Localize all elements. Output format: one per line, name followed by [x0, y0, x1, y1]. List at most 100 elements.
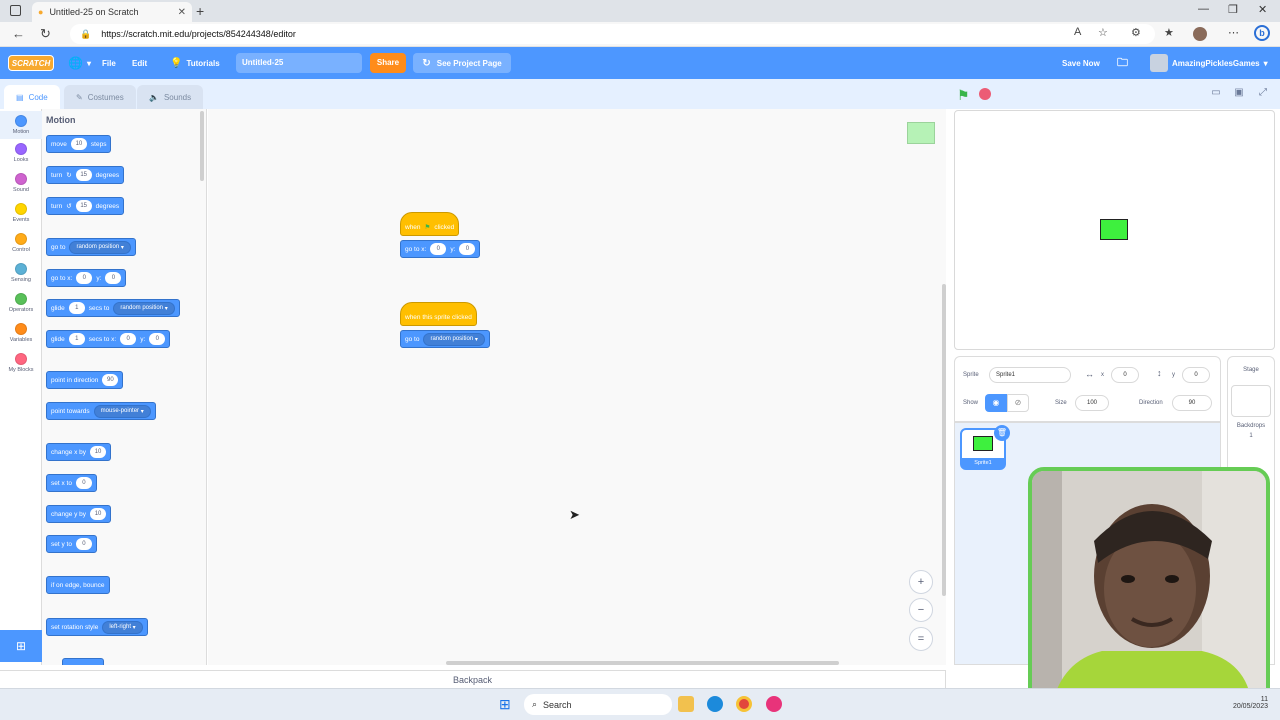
favorites-bar-icon[interactable]: ★ [1164, 26, 1174, 39]
point-in-direction-block[interactable]: point in direction 90 [46, 371, 124, 389]
steps-input[interactable]: 10 [70, 138, 87, 150]
x-input[interactable]: 0 [120, 333, 137, 345]
when-flag-clicked-block[interactable]: when ⚑ clicked [400, 212, 460, 236]
bounce-block[interactable]: if on edge, bounce [46, 576, 110, 594]
address-bar[interactable]: 🔒 https://scratch.mit.edu/projects/85424… [70, 24, 1155, 44]
direction-input[interactable]: 90 [1172, 395, 1212, 411]
delete-sprite-icon[interactable]: 🗑 [994, 425, 1010, 441]
category-sensing[interactable]: Sensing [0, 263, 42, 283]
green-flag-icon[interactable]: ⚑ [957, 87, 970, 104]
bing-icon[interactable]: b [1254, 25, 1270, 41]
secs-input[interactable]: 1 [68, 302, 85, 314]
language-menu[interactable]: 🌐 ▾ [68, 47, 91, 79]
x-input[interactable]: 0 [76, 272, 93, 284]
category-operators[interactable]: Operators [0, 293, 42, 313]
category-control[interactable]: Control [0, 233, 42, 253]
new-tab-button[interactable]: + [196, 3, 204, 19]
share-button[interactable]: Share [370, 53, 406, 73]
refresh-icon[interactable]: ↻ [40, 26, 51, 42]
sprite-name-input[interactable]: Sprite1 [989, 367, 1071, 383]
when-sprite-clicked-block[interactable]: when this sprite clicked [400, 302, 477, 326]
turn-right-block[interactable]: turn ↻ 15 degrees [46, 166, 125, 184]
point-towards-block[interactable]: point towards mouse-pointer ▾ [46, 402, 156, 420]
project-title-input[interactable]: Untitled-25 [236, 53, 362, 73]
value-input[interactable]: 0 [75, 477, 92, 489]
large-stage-icon[interactable]: ▣ [1230, 87, 1248, 103]
change-y-block[interactable]: change y by 10 [46, 505, 112, 523]
script-horizontal-scrollbar[interactable] [446, 661, 839, 665]
set-y-block[interactable]: set y to 0 [46, 535, 97, 553]
profile-avatar[interactable] [1193, 27, 1207, 41]
stop-icon[interactable] [979, 88, 991, 100]
tutorials-menu[interactable]: 💡 Tutorials [170, 47, 220, 79]
go-to-xy-block[interactable]: go to x: 0 y: 0 [400, 240, 481, 258]
partial-block[interactable] [62, 658, 104, 665]
add-extension-button[interactable]: ⊞ [0, 630, 42, 662]
style-dropdown[interactable]: left-right ▾ [102, 620, 143, 634]
category-my-blocks[interactable]: My Blocks [0, 353, 42, 373]
target-dropdown[interactable]: random position ▾ [69, 240, 131, 254]
scratch-logo[interactable]: SCRATCH [8, 55, 54, 71]
x-input[interactable]: 0 [1111, 367, 1139, 383]
tab-costumes[interactable]: ✎ Costumes [64, 85, 136, 109]
save-now-button[interactable]: Save Now [1062, 47, 1100, 79]
file-explorer-icon[interactable] [678, 696, 694, 712]
tab-actions-icon[interactable] [10, 5, 21, 16]
back-icon[interactable]: ← [12, 26, 25, 41]
see-project-page-button[interactable]: ↻ See Project Page [413, 53, 511, 73]
change-x-block[interactable]: change x by 10 [46, 443, 112, 461]
fullscreen-icon[interactable]: ⤢ [1254, 87, 1272, 103]
value-input[interactable]: 10 [90, 446, 107, 458]
direction-input[interactable]: 90 [102, 374, 119, 386]
tab-code[interactable]: ▤ Code [4, 85, 60, 109]
category-sound[interactable]: Sound [0, 173, 42, 193]
zoom-out-button[interactable]: − [909, 598, 933, 622]
y-input[interactable]: 0 [149, 333, 166, 345]
set-x-block[interactable]: set x to 0 [46, 474, 97, 492]
value-input[interactable]: 0 [75, 538, 92, 550]
file-menu[interactable]: File [102, 47, 116, 79]
secs-input[interactable]: 1 [68, 333, 85, 345]
edge-icon[interactable] [707, 696, 723, 712]
go-to-block[interactable]: go to random position ▾ [46, 238, 136, 256]
show-hidden-eye-icon[interactable]: ⊘ [1007, 394, 1029, 412]
zoom-reset-button[interactable]: = [909, 627, 933, 651]
category-motion[interactable]: Motion [0, 111, 42, 139]
value-input[interactable]: 10 [90, 508, 107, 520]
go-to-xy-block[interactable]: go to x: 0 y: 0 [46, 269, 127, 287]
move-steps-block[interactable]: move 10 steps [46, 135, 112, 153]
y-input[interactable]: 0 [1182, 367, 1210, 383]
go-to-block[interactable]: go to random position ▾ [400, 330, 490, 348]
size-input[interactable]: 100 [1075, 395, 1109, 411]
target-dropdown[interactable]: random position ▾ [423, 332, 485, 346]
restore-button[interactable]: ❐ [1228, 3, 1238, 16]
script-area[interactable] [208, 109, 946, 665]
target-dropdown[interactable]: mouse-pointer ▾ [93, 404, 151, 418]
degrees-input[interactable]: 15 [75, 169, 92, 181]
close-window-button[interactable]: ✕ [1258, 3, 1267, 16]
category-looks[interactable]: Looks [0, 143, 42, 163]
target-dropdown[interactable]: random position ▾ [113, 301, 175, 315]
turn-left-block[interactable]: turn ↺ 15 degrees [46, 197, 125, 215]
edit-menu[interactable]: Edit [132, 47, 147, 79]
favorite-icon[interactable]: ☆ [1098, 26, 1108, 39]
read-aloud-icon[interactable]: A [1074, 26, 1081, 38]
x-input[interactable]: 0 [430, 243, 447, 255]
rotation-style-block[interactable]: set rotation style left-right ▾ [46, 618, 148, 636]
palette-scrollbar[interactable] [200, 111, 204, 181]
taskbar-search[interactable]: ⌕ Search [524, 694, 672, 715]
script-vertical-scrollbar[interactable] [942, 284, 946, 596]
chrome-icon[interactable] [736, 696, 752, 712]
minimize-button[interactable]: — [1198, 3, 1209, 15]
extensions-icon[interactable]: ⚙ [1131, 26, 1141, 39]
close-tab-icon[interactable]: ✕ [178, 7, 186, 18]
windows-start-icon[interactable]: ⊞ [499, 696, 511, 713]
zoom-in-button[interactable]: + [909, 570, 933, 594]
small-stage-icon[interactable]: ▭ [1207, 87, 1225, 103]
account-menu[interactable]: AmazingPicklesGames ▾ [1150, 47, 1268, 79]
stage-sprite[interactable] [1100, 219, 1128, 240]
my-stuff-folder-icon[interactable]: 🗀 [1117, 47, 1128, 79]
glide-to-block[interactable]: glide 1 secs to random position ▾ [46, 299, 180, 317]
more-icon[interactable]: ⋯ [1228, 26, 1239, 39]
tab-sounds[interactable]: 🔈 Sounds [137, 85, 204, 109]
